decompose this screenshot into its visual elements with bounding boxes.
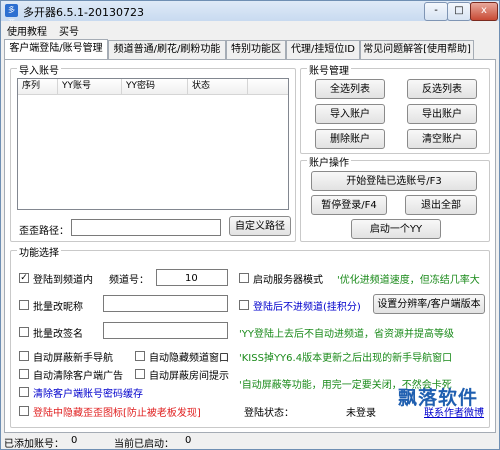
account-management-title: 账号管理 (307, 62, 351, 77)
menu-bar: 使用教程 买号 (1, 21, 499, 38)
batch-nickname-input[interactable] (103, 295, 228, 312)
started-count-label: 当前已启动： (114, 439, 174, 450)
started-count-value: 0 (185, 435, 192, 446)
maximize-button[interactable]: □ (447, 2, 471, 21)
yy-path-input[interactable] (71, 219, 221, 236)
account-management-group: 账号管理 全选列表 反选列表 导入账户 导出账户 删除账户 清空账户 (300, 62, 490, 154)
channel-number-label: 频道号： (109, 275, 149, 286)
yy-path-label: 歪歪路径： (19, 226, 69, 237)
import-accounts-group: 导入账号 序列 YY账号 YY密码 状态 歪歪路径： 自定义路径 (10, 62, 296, 242)
clear-accounts-button[interactable]: 清空账户 (407, 129, 477, 149)
close-button[interactable]: x (470, 2, 498, 21)
auto-clear-ads-checkbox[interactable] (19, 369, 29, 379)
set-resolution-button[interactable]: 设置分辨率/客户端版本 (373, 294, 485, 314)
no-channel-hint: 'YY登陆上去后不自动进频道，省资源并提高等级 (239, 329, 454, 340)
import-account-button[interactable]: 导入账户 (315, 104, 385, 124)
tab-proxy[interactable]: 代理/挂短位ID (286, 40, 360, 59)
column-index[interactable]: 序列 (18, 79, 58, 94)
tab-faq[interactable]: 常见问题解答[使用帮助] (360, 40, 474, 59)
login-status-value: 未登录 (346, 408, 376, 419)
channel-number-input[interactable]: 10 (156, 269, 228, 286)
server-mode-checkbox[interactable] (239, 273, 249, 283)
watermark-logo: 飘落软件 (398, 387, 479, 409)
start-login-selected-button[interactable]: 开始登陆已选账号/F3 (311, 171, 477, 191)
import-accounts-title: 导入账号 (17, 62, 61, 77)
accounts-list[interactable]: 序列 YY账号 YY密码 状态 (17, 78, 289, 210)
login-to-channel-checkbox[interactable]: ✓ (19, 273, 29, 283)
status-bar: 已添加账号： 0 当前已启动： 0 (1, 433, 499, 450)
custom-path-button[interactable]: 自定义路径 (229, 216, 291, 236)
tab-channel-functions[interactable]: 频道普通/刷花/刷粉功能 (108, 40, 226, 59)
added-accounts-value: 0 (71, 435, 78, 446)
tab-special-functions[interactable]: 特别功能区 (226, 40, 286, 59)
menu-tutorial[interactable]: 使用教程 (7, 23, 47, 38)
exit-all-button[interactable]: 退出全部 (405, 195, 477, 215)
clear-cache-label: 清除客户端账号密码缓存 (33, 389, 143, 400)
auto-block-room-checkbox[interactable] (135, 369, 145, 379)
batch-signature-checkbox[interactable] (19, 327, 29, 337)
account-operations-group: 账户操作 开始登陆已选账号/F3 暂停登录/F4 退出全部 启动一个YY (300, 154, 490, 242)
login-to-channel-label: 登陆到频道内 (33, 275, 93, 286)
auto-hide-channel-checkbox[interactable] (135, 351, 145, 361)
hide-yy-icon-checkbox[interactable] (19, 406, 29, 416)
no-enter-channel-label: 登陆后不进频道(挂积分) (253, 298, 361, 313)
server-mode-hint: '优化进频道速度，但冻结几率大 (337, 275, 480, 286)
hide-yy-icon-label: 登陆中隐藏歪歪图标[防止被老板发现] (33, 408, 201, 419)
invert-selection-button[interactable]: 反选列表 (407, 79, 477, 99)
column-yy-account[interactable]: YY账号 (58, 79, 122, 94)
no-enter-channel-note: (挂积分) (323, 302, 361, 313)
select-all-button[interactable]: 全选列表 (315, 79, 385, 99)
auto-clear-ads-label: 自动清除客户端广告 (33, 371, 123, 382)
column-yy-password[interactable]: YY密码 (122, 79, 188, 94)
feature-selection-title: 功能选择 (17, 244, 61, 259)
batch-nickname-label: 批量改昵称 (33, 302, 83, 313)
auto-block-guide-label: 自动屏蔽新手导航 (33, 353, 113, 364)
minimize-button[interactable]: - (424, 2, 448, 21)
clear-cache-checkbox[interactable] (19, 387, 29, 397)
accounts-list-header: 序列 YY账号 YY密码 状态 (18, 79, 288, 95)
batch-signature-input[interactable] (103, 322, 228, 339)
auto-hide-channel-label: 自动隐藏频道窗口 (149, 353, 229, 364)
app-window: 多开 多开器6.5.1-20130723 - □ x 使用教程 买号 客户端登陆… (0, 0, 500, 450)
added-accounts-label: 已添加账号： (4, 439, 64, 450)
tab-page: 导入账号 序列 YY账号 YY密码 状态 歪歪路径： 自定义路径 账号管理 全选… (4, 59, 496, 433)
export-account-button[interactable]: 导出账户 (407, 104, 477, 124)
tab-client-login[interactable]: 客户端登陆/账号管理 (4, 39, 108, 59)
kiss-guide-hint: 'KISS掉YY6.4版本更新之后出现的新手导航窗口 (239, 353, 453, 364)
batch-signature-label: 批量改签名 (33, 329, 83, 340)
app-icon: 多开 (5, 4, 18, 27)
menu-buy-account[interactable]: 买号 (59, 23, 79, 38)
pause-login-button[interactable]: 暂停登录/F4 (311, 195, 387, 215)
start-one-yy-button[interactable]: 启动一个YY (351, 219, 441, 239)
account-operations-title: 账户操作 (307, 154, 351, 169)
login-status-label: 登陆状态： (244, 408, 294, 419)
auto-block-room-label: 自动屏蔽房间提示 (149, 371, 229, 382)
auto-block-guide-checkbox[interactable] (19, 351, 29, 361)
title-bar: 多开 多开器6.5.1-20130723 - □ x (1, 1, 499, 27)
delete-account-button[interactable]: 删除账户 (315, 129, 385, 149)
server-mode-label: 启动服务器模式 (253, 275, 323, 286)
no-enter-channel-text: 登陆后不进频道 (253, 302, 323, 313)
window-title: 多开器6.5.1-20130723 (23, 6, 144, 19)
no-enter-channel-checkbox[interactable] (239, 300, 249, 310)
column-status[interactable]: 状态 (188, 79, 248, 94)
batch-nickname-checkbox[interactable] (19, 300, 29, 310)
